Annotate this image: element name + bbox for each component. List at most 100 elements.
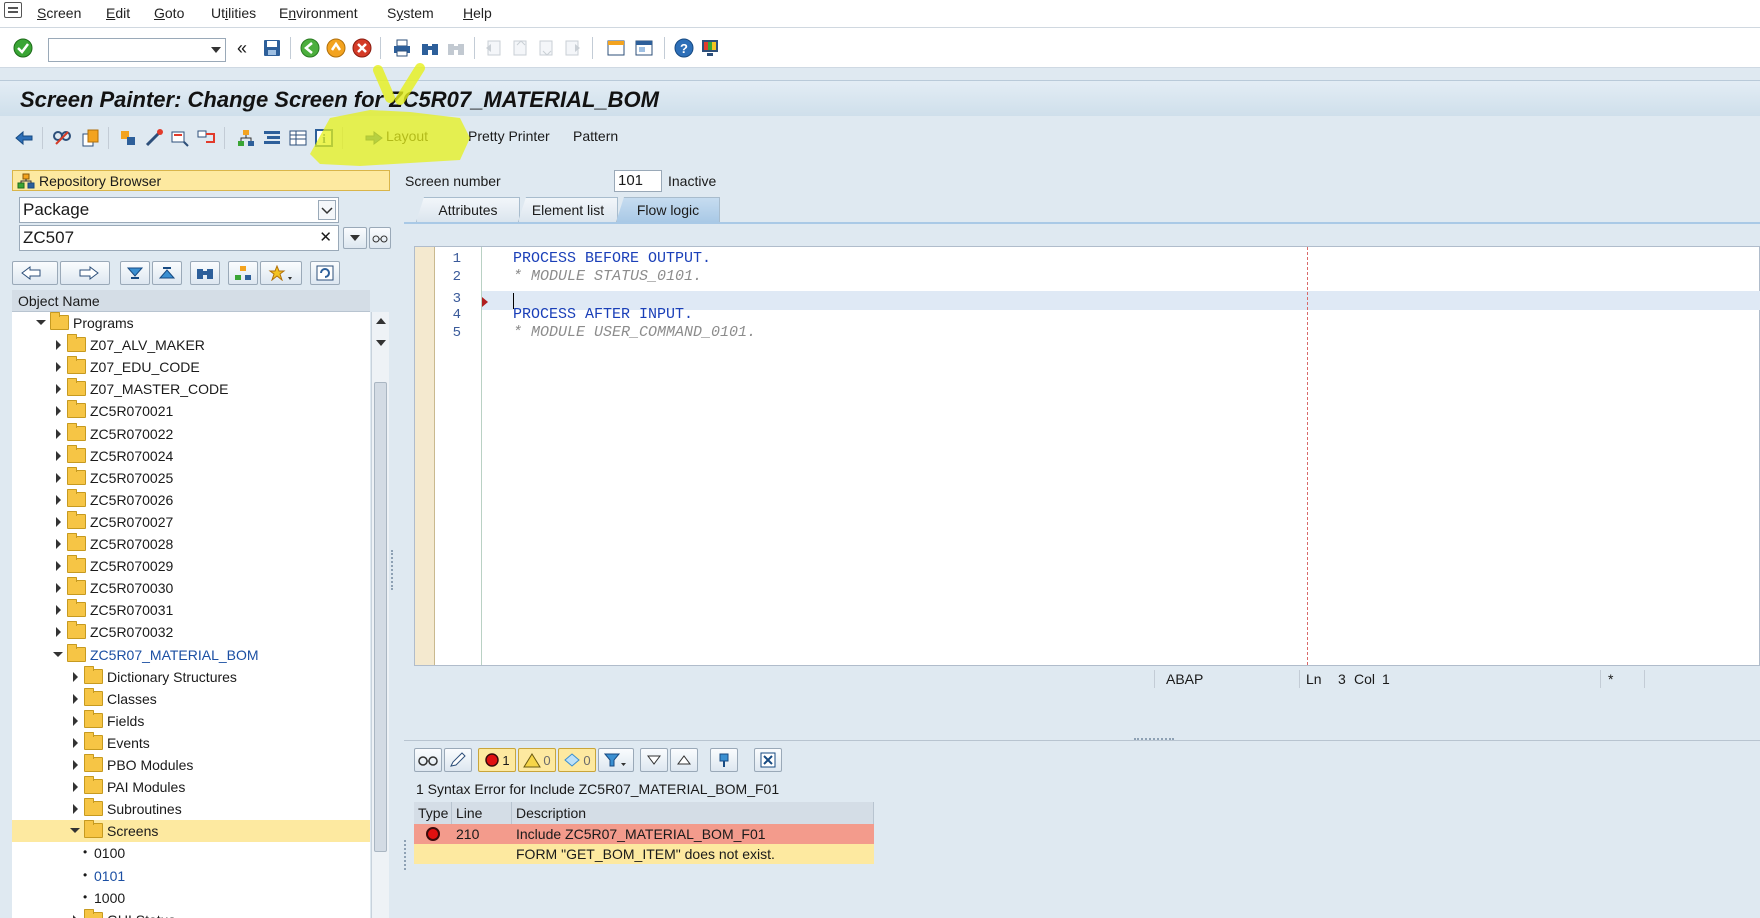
tree-node[interactable]: ZC5R070028	[12, 533, 370, 555]
chevron-right-icon[interactable]	[56, 561, 61, 572]
clear-icon[interactable]: ✕	[319, 226, 332, 250]
activate-icon[interactable]	[144, 128, 164, 148]
favorites-button[interactable]	[260, 261, 302, 285]
customize-layout-icon[interactable]	[700, 38, 720, 58]
type-column-header[interactable]: Type	[414, 802, 452, 824]
tree-node[interactable]: ZC5R070027	[12, 510, 370, 533]
display-error-button[interactable]	[414, 748, 442, 772]
next-message-button[interactable]	[640, 748, 668, 772]
pin-button[interactable]	[710, 748, 738, 772]
chevron-right-icon[interactable]	[56, 340, 61, 351]
layout-arrow-icon[interactable]	[364, 128, 384, 148]
tree-node[interactable]: Dictionary Structures	[12, 665, 370, 688]
errors-filter-button[interactable]: 1	[478, 748, 516, 772]
help-icon[interactable]: ?	[674, 38, 694, 58]
find-in-tree-button[interactable]	[190, 261, 220, 285]
code-editor[interactable]: 1 PROCESS BEFORE OUTPUT. 2 * MODULE STATUS_…	[414, 246, 1760, 666]
chevron-right-icon[interactable]	[73, 693, 78, 704]
next-page-icon[interactable]	[536, 38, 556, 58]
where-used-icon[interactable]	[196, 128, 216, 148]
tree-node[interactable]: Fields	[12, 709, 370, 732]
table-row[interactable]: 210 Include ZC5R07_MATERIAL_BOM_F01	[414, 824, 874, 844]
tree-node[interactable]: ZC5R070032	[12, 621, 370, 643]
edit-error-button[interactable]	[444, 748, 472, 772]
command-field[interactable]	[48, 38, 226, 62]
menu-system[interactable]: System	[387, 5, 434, 21]
chevron-right-icon[interactable]	[73, 782, 78, 793]
tree-leaf-item[interactable]: • 0100	[12, 842, 370, 864]
info-icon[interactable]: i	[314, 128, 334, 148]
save-icon[interactable]	[262, 38, 282, 58]
tree-node[interactable]: Events	[12, 731, 370, 754]
chevron-right-icon[interactable]	[73, 804, 78, 815]
line-column-header[interactable]: Line	[452, 802, 512, 824]
menu-help[interactable]: Help	[463, 5, 492, 21]
tree-node[interactable]: ZC5R070022	[12, 422, 370, 445]
find-icon[interactable]	[420, 38, 440, 58]
pattern-button[interactable]: Pattern	[573, 128, 618, 144]
tree-node[interactable]: ZC5R070030	[12, 577, 370, 599]
chevron-right-icon[interactable]	[56, 450, 61, 461]
chevron-right-icon[interactable]	[56, 605, 61, 616]
scroll-thumb[interactable]	[374, 382, 387, 852]
layout-button[interactable]: Layout	[386, 128, 428, 144]
tree-node[interactable]: Classes	[12, 687, 370, 710]
object-type-select[interactable]: Package	[19, 197, 339, 223]
chevron-right-icon[interactable]	[56, 384, 61, 395]
cancel-icon[interactable]	[352, 38, 372, 58]
chevron-right-icon[interactable]	[73, 737, 78, 748]
display-object-button[interactable]	[369, 227, 391, 249]
tree-node[interactable]: GUI Status	[12, 908, 370, 918]
find-next-icon[interactable]	[446, 38, 466, 58]
chevron-down-icon[interactable]	[211, 47, 221, 53]
refresh-tree-button[interactable]	[310, 261, 340, 285]
pretty-printer-button[interactable]: Pretty Printer	[468, 128, 550, 144]
check-icon[interactable]	[118, 128, 138, 148]
tab-element-list[interactable]: Element list	[518, 197, 618, 222]
chevron-right-icon[interactable]	[73, 671, 78, 682]
chevron-down-icon[interactable]	[70, 828, 80, 834]
object-name-dropdown[interactable]	[343, 227, 367, 249]
first-page-icon[interactable]	[484, 38, 504, 58]
repository-browser-header[interactable]: Repository Browser	[12, 170, 390, 191]
menu-goto[interactable]: Goto	[154, 5, 184, 21]
tree-node[interactable]: Z07_EDU_CODE	[12, 356, 370, 378]
display-change-icon[interactable]	[52, 128, 72, 148]
menu-edit[interactable]: Edit	[106, 5, 130, 21]
tree-node[interactable]: PBO Modules	[12, 754, 370, 776]
tree-leaf-item[interactable]: • 1000	[12, 887, 370, 909]
splitter-handle[interactable]	[391, 550, 397, 590]
tree-node[interactable]: ZC5R070031	[12, 599, 370, 621]
previous-object-button[interactable]	[12, 261, 58, 285]
chevron-right-icon[interactable]	[56, 583, 61, 594]
collapse-chevrons-icon[interactable]: «	[232, 38, 252, 58]
info-filter-button[interactable]: 0	[558, 748, 596, 772]
tree-scrollbar[interactable]	[371, 312, 389, 918]
tree-node[interactable]: Subroutines	[12, 798, 370, 820]
hierarchy-button[interactable]	[228, 261, 258, 285]
chevron-down-icon[interactable]	[53, 651, 63, 657]
next-object-button[interactable]	[60, 261, 110, 285]
previous-message-button[interactable]	[670, 748, 698, 772]
back-icon[interactable]	[300, 38, 320, 58]
previous-page-icon[interactable]	[510, 38, 530, 58]
tree-node[interactable]: ZC5R070025	[12, 466, 370, 489]
chevron-right-icon[interactable]	[56, 362, 61, 373]
back-arrow-icon[interactable]	[14, 128, 34, 148]
scroll-down-icon[interactable]	[375, 338, 387, 348]
code-line[interactable]: * MODULE STATUS_0101.	[513, 268, 702, 285]
chevron-right-icon[interactable]	[56, 539, 61, 549]
tab-flow-logic[interactable]: Flow logic	[616, 197, 720, 222]
tree-node[interactable]: ZC5R070029	[12, 555, 370, 577]
tree-node[interactable]: ZC5R07_MATERIAL_BOM	[12, 643, 370, 666]
code-line[interactable]: PROCESS BEFORE OUTPUT.	[513, 250, 711, 267]
exit-icon[interactable]	[326, 38, 346, 58]
panel-splitter-handle[interactable]	[404, 840, 408, 870]
system-menu-icon[interactable]	[4, 2, 22, 18]
filter-button[interactable]	[598, 748, 634, 772]
tab-attributes[interactable]: Attributes	[416, 197, 520, 222]
table-view-icon[interactable]	[288, 128, 308, 148]
last-page-icon[interactable]	[562, 38, 582, 58]
print-icon[interactable]	[392, 38, 412, 58]
menu-utilities[interactable]: Utilities	[211, 5, 256, 21]
